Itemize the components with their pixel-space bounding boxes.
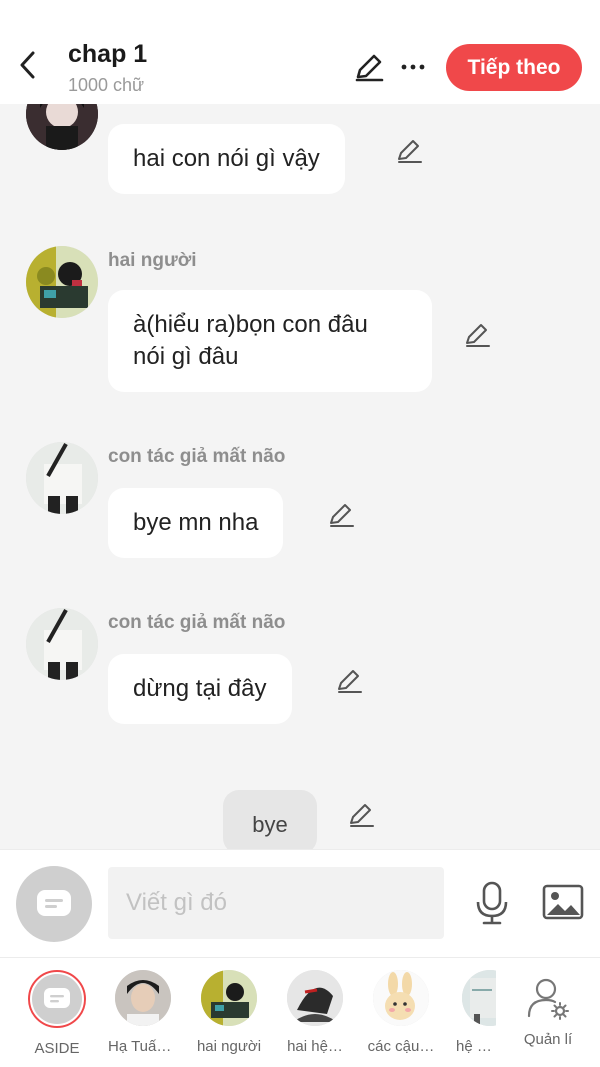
character-item[interactable]: hai hệ…	[280, 970, 350, 1055]
character-name: con tác giả mất não	[108, 446, 286, 467]
avatar	[115, 970, 171, 1026]
message-composer	[0, 849, 600, 957]
aside-avatar	[28, 970, 86, 1028]
chevron-left-icon	[20, 51, 35, 79]
pencil-icon	[350, 804, 374, 827]
top-header: chap 1 1000 chữ Tiếp theo	[0, 0, 600, 104]
message-bubble: hai con nói gì vậy	[108, 124, 345, 194]
avatar	[201, 970, 257, 1026]
character-name: hai người	[108, 250, 197, 271]
pencil-icon	[398, 140, 422, 163]
next-button[interactable]: Tiếp theo	[446, 44, 582, 91]
word-count: 1000 chữ	[68, 75, 145, 95]
edit-message-button[interactable]	[394, 136, 424, 166]
back-button[interactable]	[14, 50, 40, 80]
character-item[interactable]: Hạ Tuấn…	[108, 970, 178, 1055]
avatar	[26, 442, 98, 514]
character-label: hệ thố	[456, 1038, 496, 1055]
edit-message-button[interactable]	[326, 500, 356, 530]
aside-toggle-button[interactable]	[16, 866, 92, 942]
edit-message-button[interactable]	[462, 320, 492, 350]
character-aside[interactable]: ASIDE	[22, 970, 92, 1057]
narration-bubble: bye	[223, 790, 317, 849]
character-label: Hạ Tuấn…	[108, 1038, 178, 1055]
edit-message-button[interactable]	[334, 666, 364, 696]
edit-chapter-button[interactable]	[352, 50, 386, 84]
voice-button[interactable]	[472, 880, 512, 926]
character-bar: ASIDE Hạ Tuấn… hai người hai hệ… các cậu…	[0, 957, 600, 1067]
avatar	[287, 970, 343, 1026]
character-item[interactable]: hệ thố	[452, 970, 496, 1055]
character-label: các cậu…	[367, 1038, 435, 1055]
character-label: hai người	[196, 1038, 262, 1055]
more-options-button[interactable]	[398, 52, 428, 82]
message-input[interactable]	[108, 867, 444, 939]
chat-area: hai con nói gì vậy hai người à(hiểu ra)b…	[0, 104, 600, 849]
image-upload-button[interactable]	[541, 882, 585, 922]
character-name: con tác giả mất não	[108, 612, 286, 633]
avatar	[462, 970, 496, 1026]
pencil-icon	[466, 324, 490, 347]
pencil-icon	[355, 54, 384, 82]
manage-characters-button[interactable]: Quản lí	[516, 976, 580, 1048]
microphone-icon	[476, 881, 508, 925]
more-dots-icon	[401, 64, 425, 70]
avatar	[373, 970, 429, 1026]
character-label: ASIDE	[34, 1040, 80, 1057]
chat-bubble-icon	[44, 988, 70, 1008]
image-icon	[542, 884, 584, 920]
character-label: hai hệ…	[287, 1038, 343, 1055]
message-bubble: bye mn nha	[108, 488, 284, 558]
chat-bubble-icon	[37, 890, 71, 916]
character-item[interactable]: các cậu…	[366, 970, 436, 1055]
chapter-title: chap 1	[68, 40, 148, 68]
message-bubble: dừng tại đây	[108, 654, 292, 724]
pencil-icon	[338, 670, 362, 693]
avatar	[26, 104, 98, 150]
manage-label: Quản lí	[523, 1031, 573, 1048]
edit-narration-button[interactable]	[346, 800, 376, 830]
avatar	[26, 608, 98, 680]
avatar	[26, 246, 98, 318]
message-bubble: à(hiểu ra)bọn con đâu nói gì đâu	[108, 290, 432, 392]
user-settings-icon	[527, 978, 569, 1020]
character-item[interactable]: hai người	[194, 970, 264, 1055]
pencil-icon	[330, 504, 354, 527]
